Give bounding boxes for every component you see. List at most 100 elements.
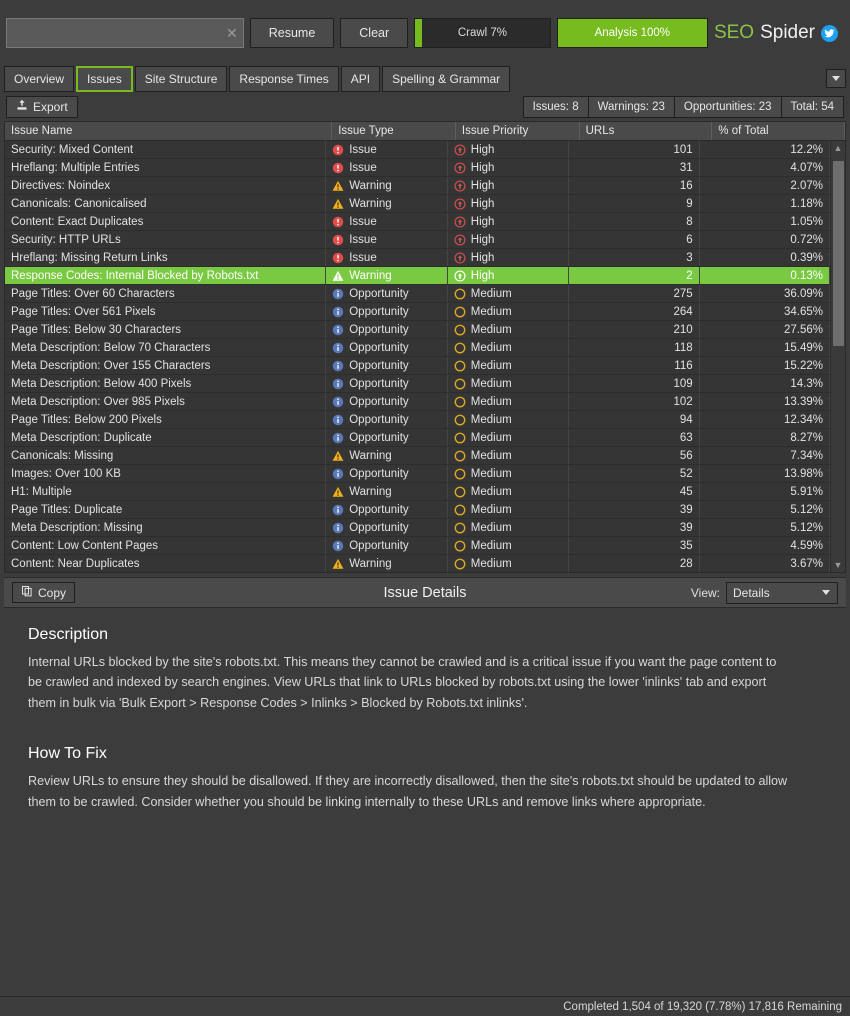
table-row[interactable]: Meta Description: Below 70 Characters Opp… <box>5 339 830 357</box>
issue-priority-label: High <box>470 269 495 282</box>
cell-pct-of-total: 15.49% <box>700 339 830 356</box>
table-row[interactable]: Hreflang: Multiple Entries Issue High 31 4.0… <box>5 159 830 177</box>
table-row[interactable]: Meta Description: Over 155 Characters Opp… <box>5 357 830 375</box>
counter-total[interactable]: Total: 54 <box>781 95 844 118</box>
scrollbar-thumb[interactable] <box>832 161 844 346</box>
cell-pct-of-total: 5.91% <box>700 483 830 500</box>
twitter-icon[interactable] <box>821 24 838 42</box>
issue-details-body: Description Internal URLs blocked by the… <box>4 607 846 996</box>
cell-urls: 275 <box>569 285 700 302</box>
issue-priority-label: Medium <box>470 395 512 408</box>
scrollbar-track[interactable] <box>831 155 846 558</box>
cell-urls: 118 <box>569 339 700 356</box>
scroll-up-arrow-icon[interactable]: ▲ <box>831 141 846 155</box>
counter-opportunities[interactable]: Opportunities: 23 <box>674 95 782 118</box>
counter-warnings[interactable]: Warnings: 23 <box>588 95 675 118</box>
analysis-progress[interactable]: Analysis 100% <box>556 18 708 48</box>
table-row[interactable]: H1: Multiple Warning Medium 45 5.91% <box>5 483 830 501</box>
clear-search-icon[interactable]: ✕ <box>226 26 238 40</box>
table-row[interactable]: Content: Near Duplicates Warning Medium 28 3… <box>5 555 830 572</box>
cell-issue-priority: Medium <box>448 537 570 554</box>
cell-issue-priority: Medium <box>448 321 570 338</box>
issue-type-label: Warning <box>349 449 392 462</box>
column-header-issue-priority[interactable]: Issue Priority <box>456 122 580 140</box>
tab-issues[interactable]: Issues <box>76 66 133 92</box>
column-header-issue-name[interactable]: Issue Name <box>5 122 333 140</box>
table-row[interactable]: Meta Description: Below 400 Pixels Opport… <box>5 375 830 393</box>
table-row[interactable]: Content: Low Content Pages Opportunity Med… <box>5 537 830 555</box>
table-row[interactable]: Page Titles: Below 30 Characters Opportun… <box>5 321 830 339</box>
tab-spelling-grammar[interactable]: Spelling & Grammar <box>382 66 511 92</box>
cell-issue-priority: High <box>448 249 570 266</box>
cell-issue-type: Issue <box>326 159 448 176</box>
table-row[interactable]: Meta Description: Missing Opportunity Medi… <box>5 519 830 537</box>
table-row[interactable]: Page Titles: Over 561 Pixels Opportunity M… <box>5 303 830 321</box>
copy-button[interactable]: Copy <box>12 582 76 603</box>
export-button[interactable]: Export <box>6 95 78 118</box>
tab-overflow-button[interactable] <box>826 69 846 88</box>
table-body: Security: Mixed Content Issue High 101 12.2%… <box>5 141 830 572</box>
issue-priority-label: Medium <box>470 323 512 336</box>
column-header-issue-type[interactable]: Issue Type <box>332 122 456 140</box>
cell-issue-type: Opportunity <box>326 465 448 482</box>
table-row[interactable]: Images: Over 100 KB Opportunity Medium 52 13… <box>5 465 830 483</box>
table-row[interactable]: Security: HTTP URLs Issue High 6 0.72% <box>5 231 830 249</box>
cell-issue-type: Warning <box>326 195 448 212</box>
cell-urls: 45 <box>569 483 700 500</box>
tab-overview[interactable]: Overview <box>4 66 75 92</box>
tab-site-structure[interactable]: Site Structure <box>134 66 228 92</box>
table-body-wrapper: Security: Mixed Content Issue High 101 12.2%… <box>5 141 845 572</box>
cell-pct-of-total: 14.3% <box>700 375 830 392</box>
table-row[interactable]: Directives: Noindex Warning High 16 2.07% <box>5 177 830 195</box>
table-row[interactable]: Hreflang: Missing Return Links Issue High 3… <box>5 249 830 267</box>
table-row[interactable]: Security: Mixed Content Issue High 101 12.2% <box>5 141 830 159</box>
table-row[interactable]: Meta Description: Over 985 Pixels Opportu… <box>5 393 830 411</box>
cell-issue-type: Opportunity <box>326 303 448 320</box>
issue-priority-label: Medium <box>470 287 512 300</box>
clear-button[interactable]: Clear <box>340 18 409 48</box>
table-row[interactable]: Response Codes: Internal Blocked by Robo… <box>5 267 830 285</box>
column-header-pct-of-total[interactable]: % of Total <box>712 122 845 140</box>
cell-issue-priority: High <box>448 195 570 212</box>
cell-urls: 109 <box>569 375 700 392</box>
cell-issue-priority: Medium <box>448 447 570 464</box>
table-row[interactable]: Page Titles: Duplicate Opportunity Medium 3… <box>5 501 830 519</box>
table-row[interactable]: Page Titles: Over 60 Characters Opportuni… <box>5 285 830 303</box>
table-row[interactable]: Canonicals: Missing Warning Medium 56 7.34% <box>5 447 830 465</box>
cell-urls: 116 <box>569 357 700 374</box>
cell-issue-priority: Medium <box>448 483 570 500</box>
scroll-down-arrow-icon[interactable]: ▼ <box>831 558 846 572</box>
tab-api[interactable]: API <box>340 66 381 92</box>
table-row[interactable]: Canonicals: Canonicalised Warning High 9 1.1… <box>5 195 830 213</box>
cell-urls: 52 <box>569 465 700 482</box>
table-header-row: Issue Name Issue Type Issue Priority URL… <box>5 122 845 141</box>
table-vertical-scrollbar[interactable]: ▲ ▼ <box>830 141 845 572</box>
cell-issue-type: Opportunity <box>326 411 448 428</box>
cell-urls: 28 <box>569 555 700 572</box>
issue-type-label: Opportunity <box>349 341 409 354</box>
cell-issue-type: Warning <box>326 447 448 464</box>
cell-pct-of-total: 7.34% <box>700 447 830 464</box>
cell-issue-priority: Medium <box>448 339 570 356</box>
cell-issue-priority: Medium <box>448 429 570 446</box>
cell-issue-priority: Medium <box>448 357 570 374</box>
search-input[interactable] <box>6 18 244 48</box>
top-toolbar: ✕ Resume Clear Crawl 7% Analysis 100% SE… <box>0 0 850 66</box>
table-row[interactable]: Page Titles: Below 200 Pixels Opportunity… <box>5 411 830 429</box>
cell-urls: 101 <box>569 141 700 158</box>
counter-issues[interactable]: Issues: 8 <box>522 95 589 118</box>
resume-button[interactable]: Resume <box>249 18 335 48</box>
brand-seo-text: SEO <box>713 22 755 43</box>
table-row[interactable]: Content: Exact Duplicates Issue High 8 1.05% <box>5 213 830 231</box>
view-dropdown[interactable]: Details <box>726 581 838 604</box>
issue-type-label: Warning <box>349 179 392 192</box>
cell-issue-name: Meta Description: Duplicate <box>5 429 327 446</box>
cell-urls: 56 <box>569 447 700 464</box>
seo-spider-window: ✕ Resume Clear Crawl 7% Analysis 100% SE… <box>0 0 850 1016</box>
cell-urls: 31 <box>569 159 700 176</box>
tab-response-times[interactable]: Response Times <box>229 66 339 92</box>
column-header-urls[interactable]: URLs <box>580 122 713 140</box>
table-row[interactable]: Meta Description: Duplicate Opportunity Me… <box>5 429 830 447</box>
cell-issue-type: Opportunity <box>326 537 448 554</box>
issue-details-header: Copy Issue Details View: Details <box>4 577 846 607</box>
